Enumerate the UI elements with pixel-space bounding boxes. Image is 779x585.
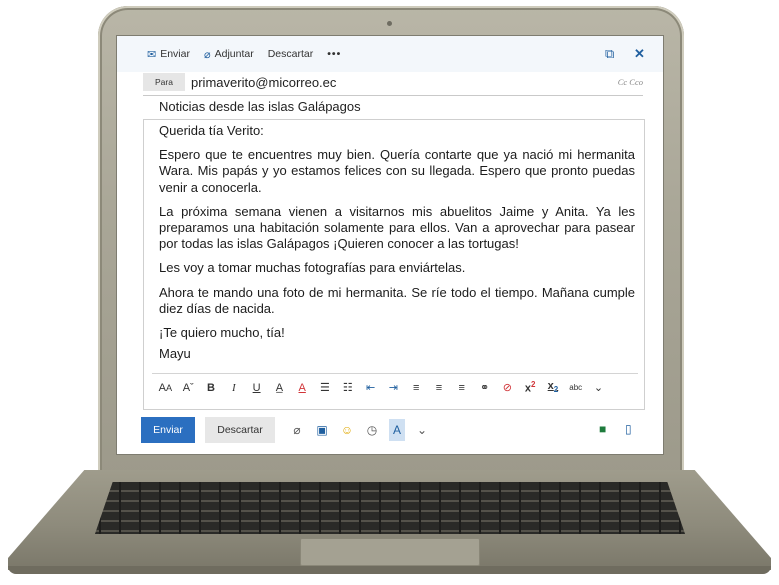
keyboard bbox=[95, 482, 685, 534]
document-icon[interactable]: ▯ bbox=[625, 422, 632, 436]
align-center-icon[interactable]: ≡ bbox=[428, 382, 451, 394]
discard-button-label: Descartar bbox=[217, 424, 263, 436]
link-icon[interactable]: ⚭ bbox=[473, 381, 496, 394]
to-label: Para bbox=[155, 77, 173, 87]
paragraph: Les voy a tomar muchas fotografías para … bbox=[159, 260, 466, 276]
paragraph: La próxima semana vienen a visitarnos mi… bbox=[159, 203, 635, 252]
bold-icon[interactable]: B bbox=[200, 382, 223, 394]
send-button[interactable]: Enviar bbox=[141, 417, 195, 443]
superscript-icon[interactable]: x2 bbox=[519, 380, 542, 395]
to-field[interactable]: primaverito@micorreo.ec bbox=[191, 75, 336, 90]
more-options-button[interactable]: ••• bbox=[327, 48, 341, 60]
paperclip-icon[interactable]: ⌀ bbox=[289, 423, 305, 437]
send-top-button[interactable]: ✉ Enviar bbox=[147, 48, 190, 61]
discard-top-label: Descartar bbox=[267, 48, 314, 60]
paperclip-icon: ⌀ bbox=[203, 48, 211, 61]
send-top-label: Enviar bbox=[160, 48, 190, 60]
numbered-list-icon[interactable]: ☷ bbox=[336, 381, 359, 394]
to-button[interactable]: Para bbox=[143, 73, 185, 91]
schedule-icon[interactable]: ◷ bbox=[364, 423, 380, 437]
attach-label: Adjuntar bbox=[214, 48, 254, 60]
laptop-front-edge bbox=[8, 566, 771, 574]
discard-button[interactable]: Descartar bbox=[205, 417, 275, 443]
more-options-label: ••• bbox=[327, 48, 342, 60]
greeting: Querida tía Verito: bbox=[159, 123, 264, 138]
font-color-icon[interactable]: A bbox=[291, 382, 314, 394]
editor-icon[interactable]: A bbox=[389, 419, 405, 441]
highlight-icon[interactable]: A̲ bbox=[268, 382, 291, 394]
compose-actions: Enviar Descartar ⌀ ▣ ☺ ◷ A ⌄ ■ ▯ bbox=[141, 417, 641, 443]
paragraph: Espero que te encuentres muy bien. Querí… bbox=[159, 147, 635, 195]
divider bbox=[143, 95, 643, 96]
chevron-down-icon[interactable]: ⌄ bbox=[414, 423, 430, 437]
chevron-down-icon[interactable]: ⌄ bbox=[587, 381, 610, 394]
subject-field[interactable]: Noticias desde las islas Galápagos bbox=[159, 99, 361, 114]
attach-button[interactable]: ⌀ Adjuntar bbox=[204, 48, 254, 61]
underline-icon[interactable]: U bbox=[245, 382, 268, 394]
indent-icon[interactable]: ⇥ bbox=[382, 381, 405, 394]
cc-bcc-toggle[interactable]: Cc Cco bbox=[618, 77, 643, 87]
image-icon[interactable]: ▣ bbox=[314, 423, 330, 437]
paragraph: Ahora te mando una foto de mi hermanita.… bbox=[159, 284, 635, 316]
outdent-icon[interactable]: ⇤ bbox=[359, 381, 382, 394]
remove-link-icon[interactable]: ⊘ bbox=[496, 381, 519, 394]
italic-icon[interactable]: I bbox=[222, 382, 245, 394]
webcam-icon bbox=[387, 21, 392, 26]
format-toolbar: AA Aˇ B I U A̲ A ☰ ☷ ⇤ ⇥ ≡ ≡ ≡ ⚭ ⊘ x2 x2… bbox=[152, 373, 638, 401]
envelope-icon: ✉ bbox=[147, 48, 157, 61]
popout-icon[interactable]: ⧉ bbox=[605, 46, 614, 62]
font-size-icon[interactable]: AA bbox=[154, 382, 177, 394]
message-body[interactable]: Querida tía Verito: Espero que te encuen… bbox=[159, 123, 635, 370]
touchpad bbox=[300, 538, 480, 566]
bullet-list-icon[interactable]: ☰ bbox=[314, 381, 337, 394]
message-body-editor[interactable]: Querida tía Verito: Espero que te encuen… bbox=[143, 119, 645, 410]
signature: Mayu bbox=[159, 346, 191, 362]
app-icon[interactable]: ■ bbox=[599, 422, 606, 436]
subscript-icon[interactable]: x2 bbox=[542, 380, 565, 394]
emoji-icon[interactable]: ☺ bbox=[339, 423, 355, 437]
close-icon[interactable]: ✕ bbox=[634, 46, 645, 62]
discard-top-button[interactable]: Descartar bbox=[268, 48, 314, 60]
to-row: Para primaverito@micorreo.ec Cc Cco bbox=[143, 71, 643, 93]
send-button-label: Enviar bbox=[153, 424, 183, 436]
align-right-icon[interactable]: ≡ bbox=[450, 382, 473, 394]
closing: ¡Te quiero mucho, tía! bbox=[159, 325, 285, 341]
align-left-icon[interactable]: ≡ bbox=[405, 382, 428, 394]
email-compose-window: ✉ Enviar ⌀ Adjuntar Descartar ••• ⧉ ✕ Pa… bbox=[116, 35, 664, 455]
compose-top-toolbar: ✉ Enviar ⌀ Adjuntar Descartar ••• ⧉ ✕ bbox=[117, 36, 663, 72]
strikethrough-icon[interactable]: abc bbox=[564, 383, 587, 392]
decrease-font-icon[interactable]: Aˇ bbox=[177, 382, 200, 394]
